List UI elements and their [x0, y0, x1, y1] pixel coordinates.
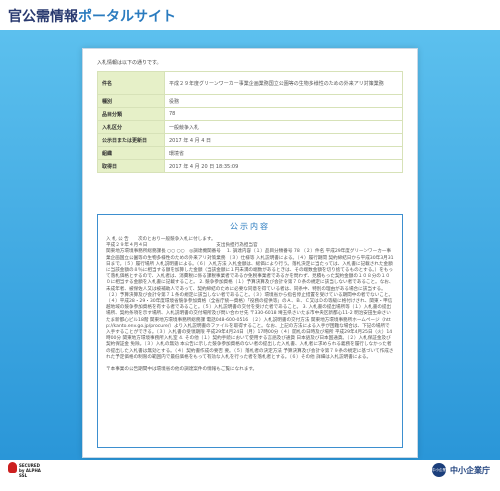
site-header: 官公需情報ポータルサイト [0, 0, 500, 30]
agency-emblem-icon: 中小企業庁 [432, 463, 446, 486]
row-key: 公示日または更新日 [97, 133, 165, 147]
table-row: 組織 環境省 [97, 146, 403, 160]
notice-body: 入 札 公 告 次のとおり一般競争入札に付します。 平成２９年４月４日 支出負担… [106, 237, 394, 373]
table-row: 公示日または更新日 2017 年 4 月 4 日 [97, 133, 403, 147]
site-footer: SECURED by ALPHA SSL 中小企業庁 中小企業庁 [0, 460, 500, 486]
intro-text: 入札情報は以下の通りです。 [97, 60, 162, 66]
row-key: 件名 [97, 71, 165, 95]
ssl-seal[interactable]: SECURED by ALPHA SSL [8, 461, 42, 479]
ssl-seal-text: SECURED by ALPHA SSL [19, 463, 42, 478]
table-row: 品目分類 78 [97, 107, 403, 121]
site-title-sub: ポータルサイト [78, 9, 176, 25]
bid-info-table: 件名 平成２９年度グリーンワーカー事業企画業務国立公園等の生物多様性のための外来… [97, 71, 403, 173]
notice-title: 公示内容 [230, 222, 270, 231]
row-value: 2017 年 4 月 20 日 18:35:09 [164, 159, 403, 173]
ssl-lock-icon [8, 462, 17, 473]
row-value: 78 [164, 107, 403, 121]
row-value: 役務 [164, 94, 403, 108]
row-key: 品目分類 [97, 107, 165, 121]
agency-name: 中小企業庁 [450, 466, 490, 475]
content-area: 入札情報は以下の通りです。 件名 平成２９年度グリーンワーカー事業企画業務国立公… [0, 30, 500, 460]
ssl-seal-line2: by ALPHA SSL [19, 468, 41, 478]
row-value: 環境省 [164, 146, 403, 160]
row-key: 入札区分 [97, 120, 165, 134]
agency-logo[interactable]: 中小企業庁 中小企業庁 [432, 463, 498, 486]
table-row: 取得日 2017 年 4 月 20 日 18:35:09 [97, 159, 403, 173]
bid-detail-card: 入札情報は以下の通りです。 件名 平成２９年度グリーンワーカー事業企画業務国立公… [82, 48, 418, 458]
site-title[interactable]: 官公需情報ポータルサイト [8, 6, 176, 26]
row-key: 組織 [97, 146, 165, 160]
row-value: 一般競争入札 [164, 120, 403, 134]
notice-box: 公示内容 入 札 公 告 次のとおり一般競争入札に付します。 平成２９年４月４日… [97, 214, 403, 448]
row-key: 種別 [97, 94, 165, 108]
row-key: 取得日 [97, 159, 165, 173]
row-value: 平成２９年度グリーンワーカー事業企画業務国立公園等の生物多様性のための外来アリ対… [164, 71, 403, 95]
row-value: 2017 年 4 月 4 日 [164, 133, 403, 147]
table-row: 件名 平成２９年度グリーンワーカー事業企画業務国立公園等の生物多様性のための外来… [97, 71, 403, 95]
site-title-main: 官公需情報 [8, 9, 78, 25]
table-row: 種別 役務 [97, 94, 403, 108]
table-row: 入札区分 一般競争入札 [97, 120, 403, 134]
